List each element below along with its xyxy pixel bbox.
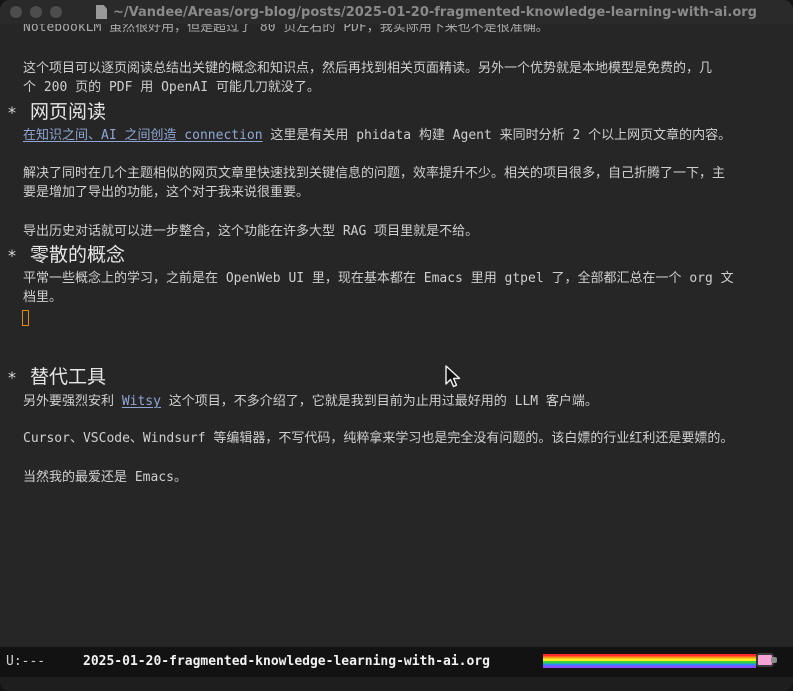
text-line: 解决了同时在几个主题相似的网页文章里快速找到关键信息的问题，效率提升不少。相关的… bbox=[23, 166, 726, 181]
zoom-window-button[interactable] bbox=[50, 6, 62, 18]
text-line: 另外要强烈安利 Witsy 这个项目，不多介绍了，它就是我到目前为止用过最好用的… bbox=[23, 393, 779, 411]
title-bar: ~/Vandee/Areas/org-blog/posts/2025-01-20… bbox=[0, 0, 793, 24]
emacs-window: ~/Vandee/Areas/org-blog/posts/2025-01-20… bbox=[0, 0, 793, 691]
org-heading-alternative-tools[interactable]: * 替代工具 bbox=[8, 365, 106, 390]
org-heading-web-reading[interactable]: * 网页阅读 bbox=[8, 100, 106, 125]
text-fragment: 这里是有关用 phidata 构建 Agent 来同时分析 2 个以上网页文章的… bbox=[262, 128, 732, 143]
org-heading-star: * bbox=[8, 368, 16, 387]
window-title: ~/Vandee/Areas/org-blog/posts/2025-01-20… bbox=[113, 4, 757, 20]
window-title-group: ~/Vandee/Areas/org-blog/posts/2025-01-20… bbox=[96, 3, 757, 21]
heading-title: 零散的概念 bbox=[30, 244, 126, 266]
text-line: 个 200 页的 PDF 用 OpenAI 可能几刀就没了。 bbox=[23, 80, 320, 95]
document-icon bbox=[96, 5, 107, 19]
text-cursor bbox=[22, 310, 29, 326]
heading-title: 网页阅读 bbox=[30, 101, 107, 123]
text-line: NotebookLM 虽然很好用，但是超过了 80 页左右的 PDF，我实际用下… bbox=[23, 24, 549, 35]
text-line: 平常一些概念上的学习，之前是在 OpenWeb UI 里，现在基本都在 Emac… bbox=[23, 271, 734, 286]
mode-line: U:--- 2025-01-20-fragmented-knowledge-le… bbox=[0, 647, 793, 677]
minimize-window-button[interactable] bbox=[30, 6, 42, 18]
witsy-link[interactable]: Witsy bbox=[122, 394, 161, 409]
text-line: 在知识之间、AI 之间创造 connection 这里是有关用 phidata … bbox=[23, 127, 779, 145]
org-heading-fragmented-concepts[interactable]: * 零散的概念 bbox=[8, 243, 125, 268]
buffer-filename: 2025-01-20-fragmented-knowledge-learning… bbox=[83, 654, 490, 669]
text-fragment: 这个项目，不多介绍了，它就是我到目前为止用过最好用的 LLM 客户端。 bbox=[160, 394, 598, 409]
text-line: 这个项目可以逐页阅读总结出关键的概念和知识点，然后再找到相关页面精读。另外一个优… bbox=[23, 61, 713, 76]
text-line: 当然我的最爱还是 Emacs。 bbox=[23, 470, 187, 485]
text-line: 要是增加了导出的功能，这个对于我来说很重要。 bbox=[23, 185, 310, 200]
org-heading-star: * bbox=[8, 103, 16, 122]
echo-area bbox=[0, 677, 793, 691]
text-fragment: 另外要强烈安利 bbox=[23, 394, 122, 409]
heading-title: 替代工具 bbox=[30, 366, 107, 388]
org-heading-star: * bbox=[8, 246, 16, 265]
text-line: Cursor、VSCode、Windsurf 等编辑器，不写代码，纯粹拿来学习也… bbox=[23, 431, 734, 446]
text-line: 档里。 bbox=[23, 290, 63, 305]
nyan-cat-icon bbox=[756, 653, 777, 667]
buffer-state: U:--- bbox=[6, 654, 46, 669]
text-line: 导出历史对话就可以进一步整合，这个功能在许多大型 RAG 项目里就是不给。 bbox=[23, 224, 479, 239]
editor-buffer[interactable]: NotebookLM 虽然很好用，但是超过了 80 页左右的 PDF，我实际用下… bbox=[0, 24, 793, 646]
mouse-pointer-icon bbox=[445, 365, 461, 388]
article-link[interactable]: 在知识之间、AI 之间创造 connection bbox=[23, 128, 263, 143]
nyan-progress-rainbow[interactable] bbox=[543, 654, 756, 668]
close-window-button[interactable] bbox=[10, 6, 22, 18]
